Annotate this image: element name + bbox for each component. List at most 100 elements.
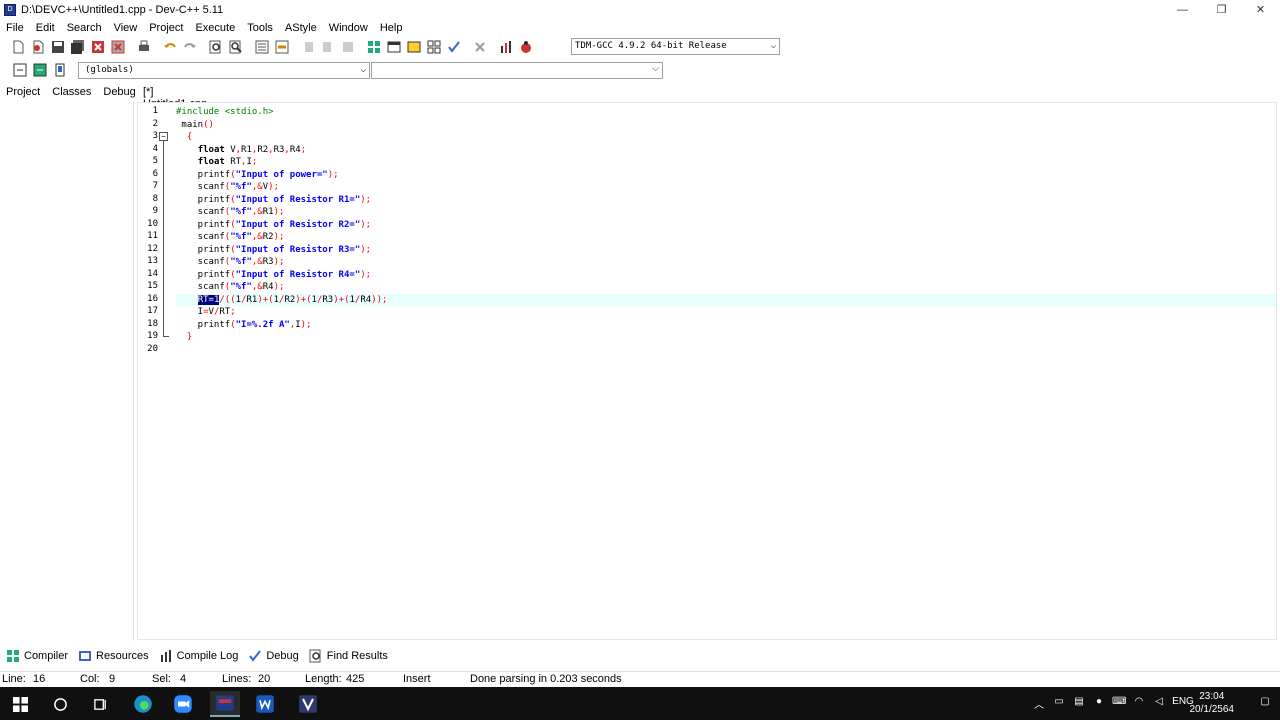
window-icon[interactable] xyxy=(386,39,402,55)
status-sel-value: 4 xyxy=(180,673,187,685)
word-app-icon[interactable] xyxy=(250,691,280,717)
project-browser-panel xyxy=(0,101,134,641)
status-line-value: 16 xyxy=(33,673,46,685)
status-length-label: Length: xyxy=(305,673,342,685)
tab-resources[interactable]: Resources xyxy=(78,649,149,663)
input-method-icon[interactable]: ⌨ xyxy=(1112,696,1126,710)
find-icon[interactable] xyxy=(208,39,224,55)
member-select[interactable]: ⌵ xyxy=(371,62,663,79)
devcpp-taskbar-icon[interactable] xyxy=(210,691,240,717)
bookmark-icon[interactable] xyxy=(274,39,290,55)
tab-classes[interactable]: Classes xyxy=(46,84,97,102)
menu-execute[interactable]: Execute xyxy=(189,22,241,34)
line-number: 17 xyxy=(147,306,158,316)
tab-find-results[interactable]: Find Results xyxy=(309,649,388,663)
redo-icon[interactable] xyxy=(182,39,198,55)
tab-project[interactable]: Project xyxy=(0,84,46,102)
status-col-value: 9 xyxy=(109,673,116,685)
toggle-comment-icon xyxy=(340,39,356,55)
editor-tab-untitled1[interactable]: [*] Untitled1.cpp xyxy=(138,84,218,110)
line-number: 4 xyxy=(152,143,158,154)
tab-debug-output[interactable]: Debug xyxy=(248,649,299,663)
status-sel-label: Sel: xyxy=(152,673,171,685)
status-col-label: Col: xyxy=(80,673,100,685)
menu-view[interactable]: View xyxy=(108,22,144,34)
class-browser-icon[interactable] xyxy=(426,39,442,55)
save-icon[interactable] xyxy=(50,39,66,55)
fold-toggle-icon[interactable]: − xyxy=(159,132,168,141)
chevron-up-icon[interactable]: ︿ xyxy=(1032,696,1046,711)
status-lines-value: 20 xyxy=(258,673,271,685)
vivado-app-icon[interactable] xyxy=(293,691,323,717)
task-view-icon[interactable] xyxy=(85,691,115,717)
network-icon[interactable]: ▤ xyxy=(1072,696,1086,710)
replace-icon[interactable] xyxy=(228,39,244,55)
line-number: 3 xyxy=(152,131,158,141)
menu-edit[interactable]: Edit xyxy=(30,22,61,34)
compiler-select[interactable]: TDM-GCC 4.9.2 64-bit Release ⌵ xyxy=(571,38,780,55)
tab-debug[interactable]: Debug xyxy=(97,84,141,102)
wifi-icon[interactable]: ◠ xyxy=(1132,696,1146,710)
syntax-check-icon[interactable] xyxy=(446,39,462,55)
stop-execution-icon[interactable] xyxy=(472,39,488,55)
line-number: 1 xyxy=(152,106,158,116)
battery-icon[interactable]: ▭ xyxy=(1052,696,1066,710)
code-line-current: RT=1/((1/R1)+(1/R2)+(1/R3)+(1/R4)); xyxy=(176,293,1276,306)
line-number: 18 xyxy=(147,318,158,329)
edge-browser-icon[interactable] xyxy=(128,691,158,717)
toggle-bookmark-icon[interactable] xyxy=(32,62,48,78)
menu-project[interactable]: Project xyxy=(143,22,189,34)
close-file-icon[interactable] xyxy=(90,39,106,55)
search-circle-icon[interactable] xyxy=(45,691,75,717)
status-message: Done parsing in 0.203 seconds xyxy=(470,673,622,685)
minimize-button[interactable]: — xyxy=(1163,0,1202,20)
line-number: 5 xyxy=(152,156,158,166)
microphone-icon[interactable]: ● xyxy=(1092,696,1106,710)
clock[interactable]: 23:04 20/1/2564 xyxy=(1190,690,1235,716)
tab-compiler-label: Compiler xyxy=(24,650,69,662)
line-number: 6 xyxy=(152,168,158,179)
tab-compile-log-label: Compile Log xyxy=(176,650,239,662)
menu-help[interactable]: Help xyxy=(374,22,409,34)
line-number: 11 xyxy=(147,231,158,241)
scope-select[interactable]: (globals) ⌵ xyxy=(78,62,370,79)
maximize-button[interactable]: ❐ xyxy=(1202,0,1241,20)
project-options-icon[interactable] xyxy=(406,39,422,55)
new-file-icon[interactable] xyxy=(10,39,26,55)
notification-icon[interactable]: ▢ xyxy=(1258,696,1272,710)
volume-icon[interactable]: ◁ xyxy=(1152,696,1166,710)
profile-chart-icon[interactable] xyxy=(498,39,514,55)
zoom-app-icon[interactable] xyxy=(168,691,198,717)
menu-file[interactable]: File xyxy=(0,22,30,34)
checkmark-icon xyxy=(248,649,262,663)
tab-compile-log[interactable]: Compile Log xyxy=(159,649,239,663)
code-line: float V,R1,R2,R3,R4; xyxy=(197,144,307,155)
menu-bar: File Edit Search View Project Execute To… xyxy=(0,19,1280,36)
close-all-icon[interactable] xyxy=(110,39,126,55)
line-number: 7 xyxy=(152,181,158,191)
code-line: main() xyxy=(176,119,214,130)
compiler-select-value: TDM-GCC 4.9.2 64-bit Release xyxy=(575,41,727,51)
save-all-icon[interactable] xyxy=(70,39,86,55)
menu-search[interactable]: Search xyxy=(61,22,108,34)
line-number: 8 xyxy=(152,193,158,204)
windows-start-icon[interactable] xyxy=(5,691,35,717)
new-project-icon[interactable] xyxy=(366,39,382,55)
menu-tools[interactable]: Tools xyxy=(241,22,279,34)
code-editor[interactable]: 1 2 3 4 5 6 7 8 9 10 11 12 13 14 15 16 1… xyxy=(137,102,1277,640)
goto-bookmark-icon[interactable] xyxy=(52,62,68,78)
close-button[interactable]: ✕ xyxy=(1241,0,1280,20)
goto-line-icon[interactable] xyxy=(254,39,270,55)
print-icon[interactable] xyxy=(136,39,152,55)
insert-icon[interactable] xyxy=(12,62,28,78)
code-line: scanf("%f",&R4); xyxy=(176,282,285,292)
scope-select-value: (globals) xyxy=(85,65,134,75)
undo-icon[interactable] xyxy=(162,39,178,55)
tab-compiler[interactable]: Compiler xyxy=(6,649,68,663)
code-line: scanf("%f",&R3); xyxy=(176,257,285,267)
debug-bug-icon[interactable] xyxy=(518,39,534,55)
open-file-icon[interactable] xyxy=(30,39,46,55)
menu-window[interactable]: Window xyxy=(323,22,374,34)
tab-resources-label: Resources xyxy=(96,650,149,662)
menu-astyle[interactable]: AStyle xyxy=(279,22,323,34)
